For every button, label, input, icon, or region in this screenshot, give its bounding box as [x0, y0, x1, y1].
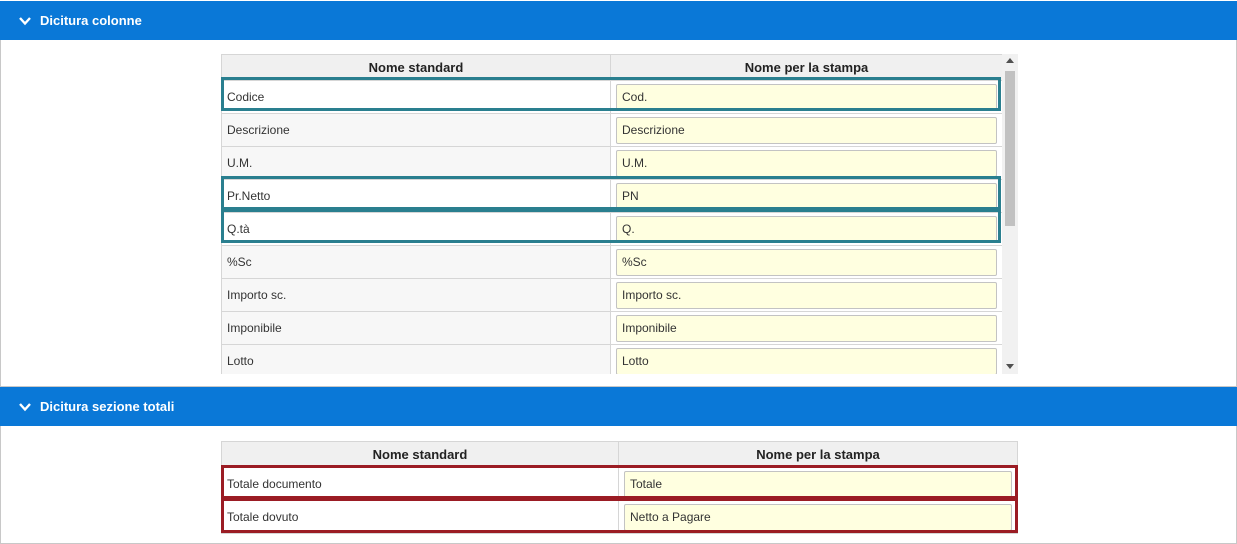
- table-row: Pr.Netto: [221, 179, 1003, 213]
- print-name-input[interactable]: [616, 182, 997, 210]
- table-row: Q.tà: [221, 212, 1003, 246]
- vertical-scrollbar[interactable]: [1002, 54, 1018, 374]
- table-row: Codice: [221, 80, 1003, 114]
- table-row: Imponibile: [221, 311, 1003, 345]
- column-header-standard: Nome standard: [221, 441, 619, 468]
- print-name-input[interactable]: [624, 470, 1012, 498]
- standard-name-cell: Q.tà: [221, 212, 611, 246]
- section-header-totals[interactable]: Dicitura sezione totali: [0, 387, 1237, 426]
- column-header-print: Nome per la stampa: [618, 441, 1018, 468]
- table-row: Lotto: [221, 344, 1003, 374]
- standard-name-cell: Lotto: [221, 344, 611, 374]
- totals-table: Nome standard Nome per la stampa Totale …: [221, 441, 1018, 534]
- scrollbar-thumb[interactable]: [1005, 71, 1015, 226]
- columns-table: Nome standard Nome per la stampa Codice …: [221, 54, 1003, 374]
- standard-name-cell: Importo sc.: [221, 278, 611, 312]
- table-row: %Sc: [221, 245, 1003, 279]
- table-row: Descrizione: [221, 113, 1003, 147]
- table-row: U.M.: [221, 146, 1003, 180]
- scroll-down-arrow-icon[interactable]: [1006, 364, 1014, 369]
- column-header-print: Nome per la stampa: [610, 54, 1003, 81]
- standard-name-cell: Descrizione: [221, 113, 611, 147]
- table-row: Importo sc.: [221, 278, 1003, 312]
- print-name-input[interactable]: [616, 149, 997, 177]
- print-name-input[interactable]: [624, 503, 1012, 531]
- standard-name-cell: Codice: [221, 80, 611, 114]
- totals-table-container: Nome standard Nome per la stampa Totale …: [221, 441, 1018, 534]
- column-header-standard: Nome standard: [221, 54, 611, 81]
- standard-name-cell: Totale dovuto: [221, 500, 619, 534]
- scroll-up-arrow-icon[interactable]: [1006, 58, 1014, 63]
- section-title-totals: Dicitura sezione totali: [40, 399, 175, 414]
- print-name-input[interactable]: [616, 116, 997, 144]
- standard-name-cell: Imponibile: [221, 311, 611, 345]
- standard-name-cell: %Sc: [221, 245, 611, 279]
- chevron-down-icon: [19, 16, 31, 25]
- chevron-down-icon: [19, 402, 31, 411]
- print-name-input[interactable]: [616, 83, 997, 111]
- section-header-columns[interactable]: Dicitura colonne: [0, 1, 1237, 40]
- section-title-columns: Dicitura colonne: [40, 13, 142, 28]
- table-row: Totale dovuto: [221, 500, 1018, 534]
- standard-name-cell: Totale documento: [221, 467, 619, 501]
- print-name-input[interactable]: [616, 281, 997, 309]
- standard-name-cell: U.M.: [221, 146, 611, 180]
- print-name-input[interactable]: [616, 347, 997, 374]
- print-name-input[interactable]: [616, 314, 997, 342]
- table-row: Totale documento: [221, 467, 1018, 501]
- print-name-input[interactable]: [616, 215, 997, 243]
- columns-table-container[interactable]: Nome standard Nome per la stampa Codice …: [221, 54, 1018, 374]
- standard-name-cell: Pr.Netto: [221, 179, 611, 213]
- print-name-input[interactable]: [616, 248, 997, 276]
